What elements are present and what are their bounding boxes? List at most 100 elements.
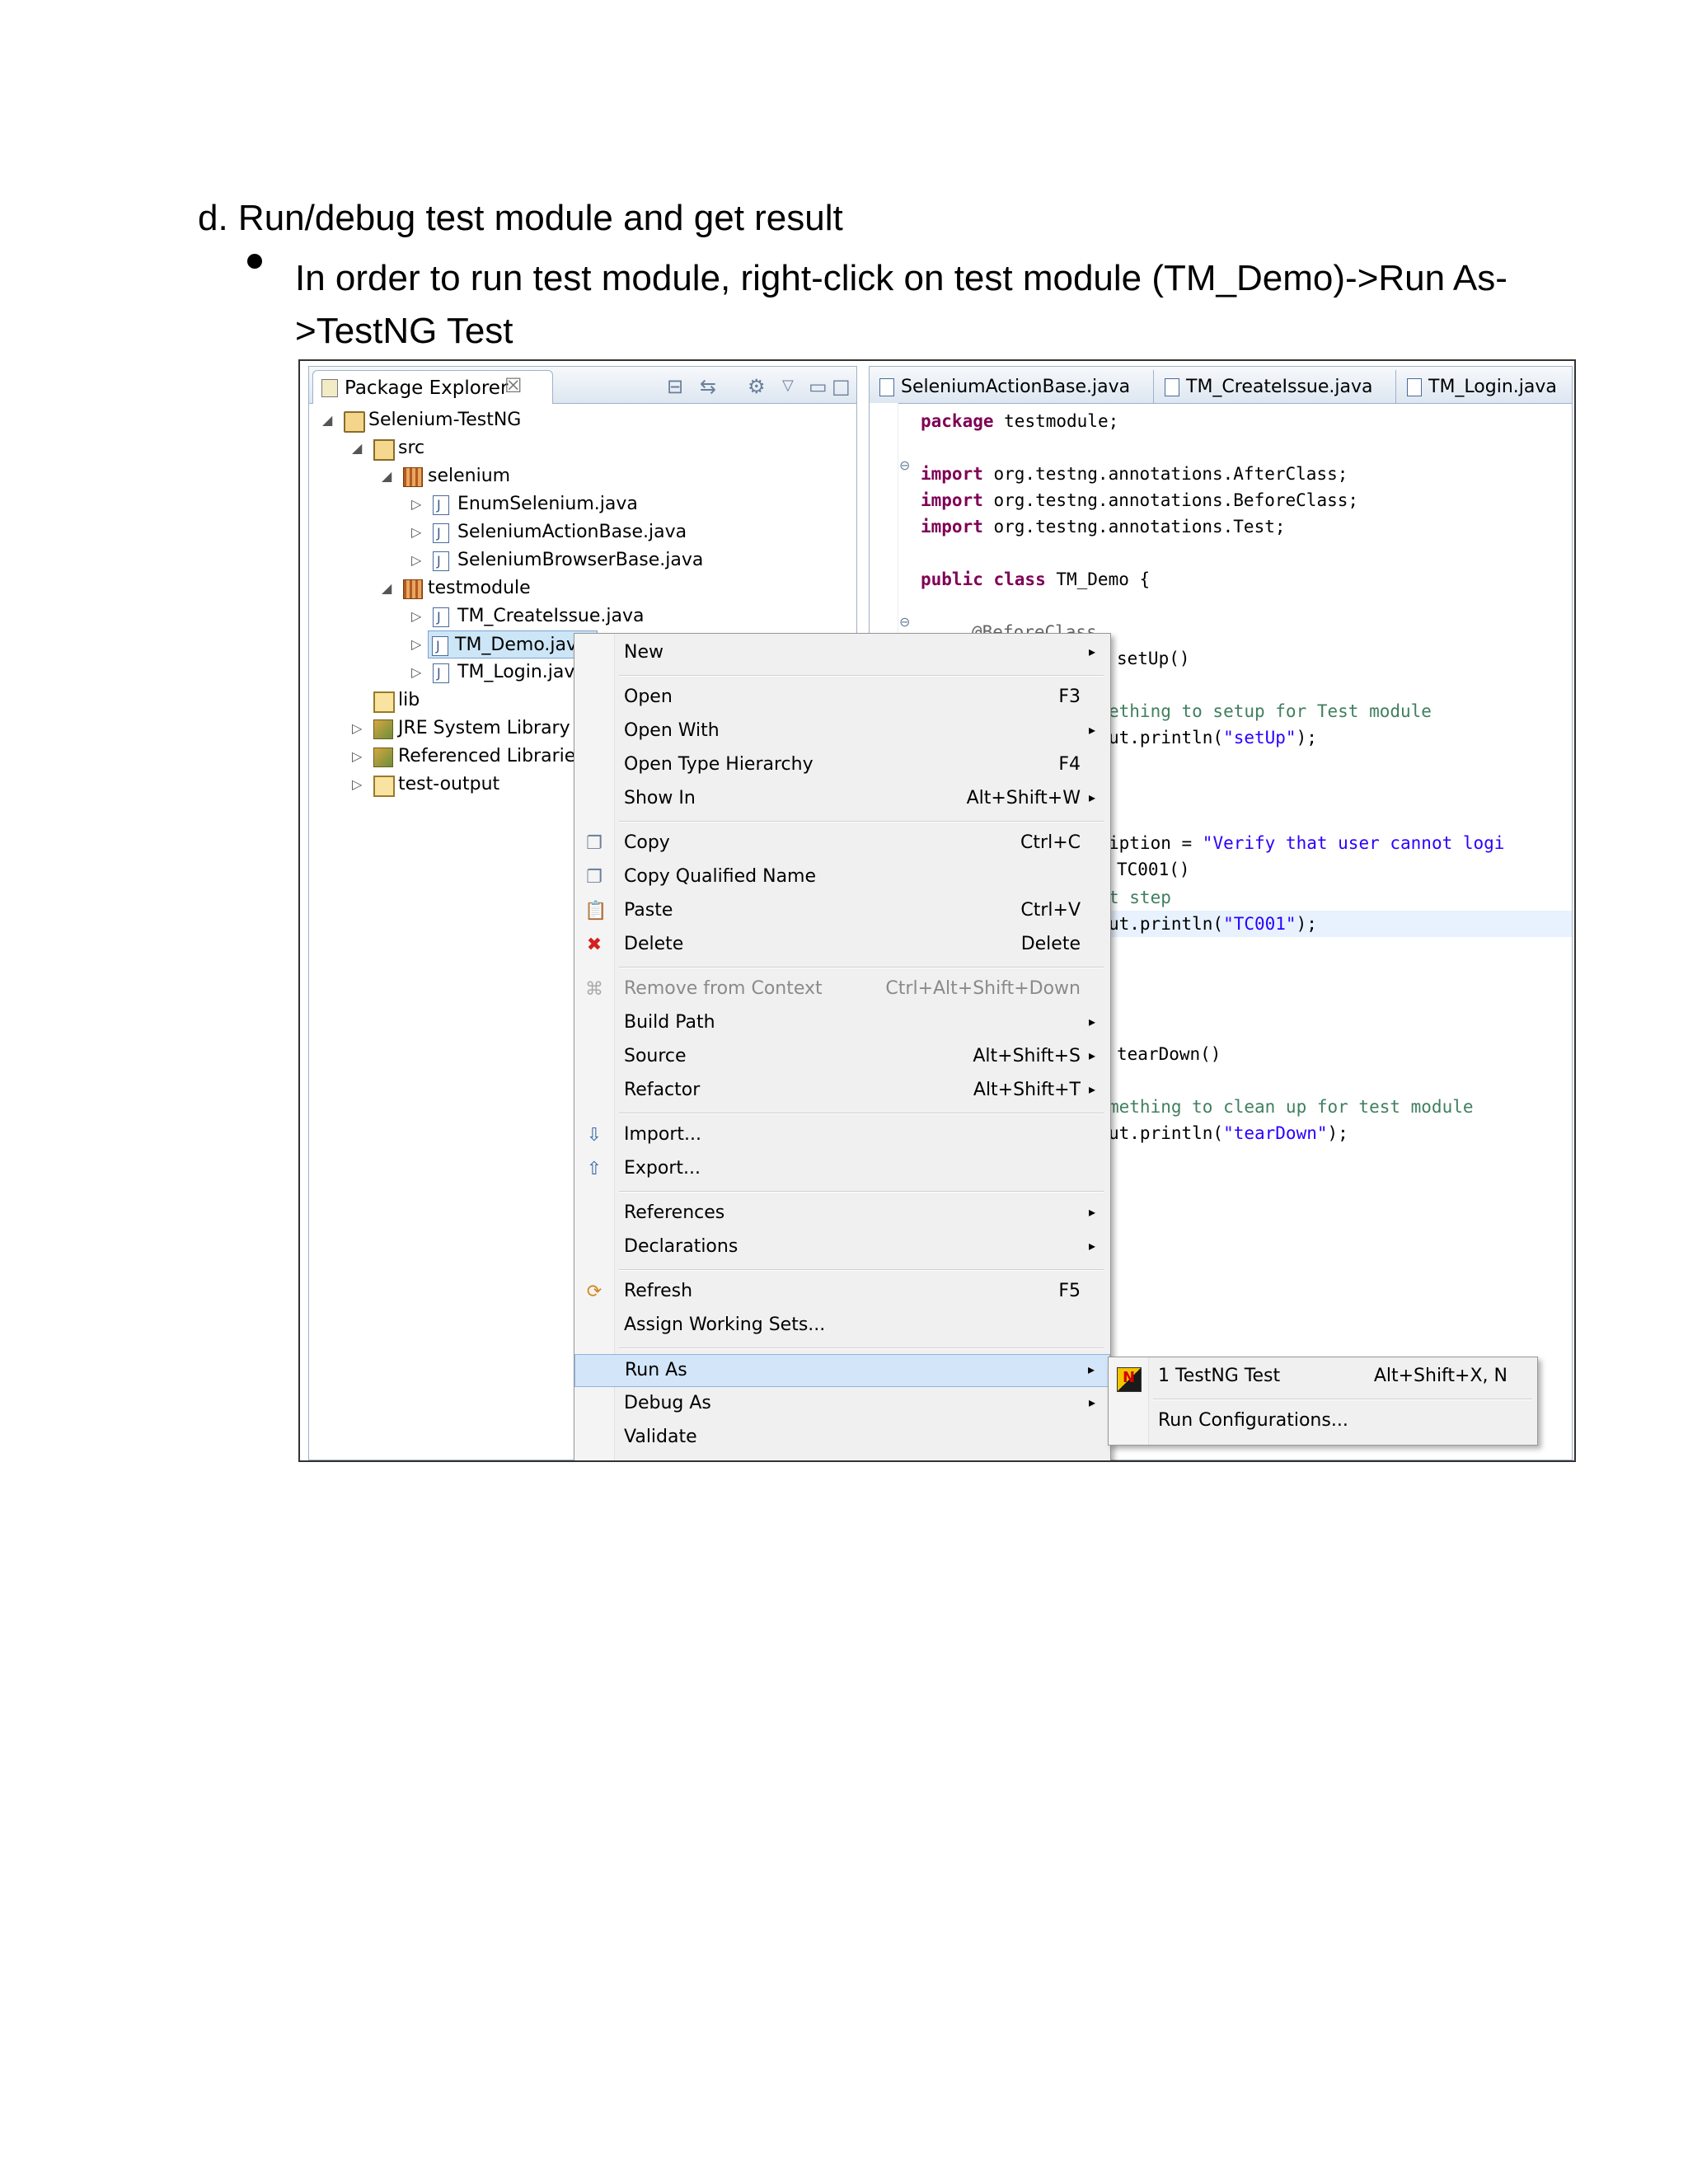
tree-item-label: src xyxy=(398,438,425,458)
delete-icon: ✖ xyxy=(586,935,603,955)
menu-item-refactor[interactable]: Refactor Alt+Shift+T ▸ xyxy=(574,1075,1110,1108)
tree-item-java-file[interactable]: ▷ TM_Login.java xyxy=(316,658,583,687)
testng-icon xyxy=(1117,1367,1142,1392)
menu-item-build-path[interactable]: Build Path ▸ xyxy=(574,1007,1110,1040)
collapsed-icon[interactable]: ▷ xyxy=(411,490,426,518)
menu-item-delete[interactable]: ✖ Delete Delete xyxy=(574,929,1110,962)
link-with-editor-icon[interactable]: ⇆ xyxy=(700,375,716,398)
tree-item-src[interactable]: ◢ src xyxy=(316,434,843,462)
menu-item-shortcut: Ctrl+C xyxy=(1020,832,1081,853)
collapsed-icon[interactable]: ▷ xyxy=(411,546,426,574)
menu-item-label: Refactor xyxy=(624,1080,701,1100)
menu-item-refresh[interactable]: ⟳ Refresh F5 xyxy=(574,1276,1110,1309)
menu-item-import[interactable]: ⇩ Import... xyxy=(574,1119,1110,1152)
expanded-icon[interactable]: ◢ xyxy=(352,434,367,462)
menu-item-label: Remove from Context xyxy=(624,978,823,999)
menu-item-run-configurations[interactable]: Run Configurations... xyxy=(1109,1405,1537,1438)
code-line: ut.println("TC001"); xyxy=(1109,911,1317,937)
import-icon: ⇩ xyxy=(586,1125,603,1146)
package-explorer-tab[interactable]: Package Explorer ☒ xyxy=(312,370,553,404)
tree-item-java-file[interactable]: ▷ SeleniumActionBase.java xyxy=(316,518,843,547)
view-menu-icon[interactable]: ▽ xyxy=(782,377,794,394)
menu-item-declarations[interactable]: Declarations ▸ xyxy=(574,1231,1110,1264)
menu-item-copy[interactable]: ❐ Copy Ctrl+C xyxy=(574,827,1110,860)
tree-item-java-file[interactable]: ▷ TM_CreateIssue.java xyxy=(316,602,843,631)
tree-item-jre-library[interactable]: ▷ JRE System Library [J xyxy=(316,715,583,743)
tree-item-test-output[interactable]: ▷ test-output xyxy=(316,771,583,799)
collapsed-icon[interactable]: ▷ xyxy=(411,518,426,546)
tree-item-project[interactable]: ◢ Selenium-TestNG xyxy=(316,406,843,434)
editor-tab[interactable]: TM_Login.java xyxy=(1400,370,1568,403)
collapsed-icon[interactable]: ▷ xyxy=(352,715,367,743)
submenu-arrow-icon: ▸ xyxy=(1088,790,1095,805)
collapsed-icon[interactable]: ▷ xyxy=(411,602,426,630)
fold-icon[interactable]: ⊖ xyxy=(899,614,910,630)
menu-item-validate[interactable]: Validate xyxy=(574,1422,1110,1455)
menu-item-new[interactable]: New ▸ xyxy=(574,637,1110,670)
tree-item-package-selenium[interactable]: ◢ selenium xyxy=(316,462,843,490)
menu-item-label: References xyxy=(624,1202,725,1223)
tree-item-label: Referenced Libraries xyxy=(398,746,583,766)
tree-item-java-file[interactable]: ▷ SeleniumBrowserBase.java xyxy=(316,546,843,575)
project-icon xyxy=(344,411,365,433)
fold-icon[interactable]: ⊖ xyxy=(899,457,910,473)
menu-item-shortcut: Ctrl+V xyxy=(1020,900,1081,921)
expanded-icon[interactable]: ◢ xyxy=(382,574,396,602)
tree-item-label: JRE System Library [J xyxy=(398,718,583,738)
code-keyword: import xyxy=(921,490,983,510)
menu-item-export[interactable]: ⇧ Export... xyxy=(574,1153,1110,1186)
menu-item-assign-working-sets[interactable]: Assign Working Sets... xyxy=(574,1310,1110,1343)
menu-item-debug-as[interactable]: Debug As ▸ xyxy=(574,1388,1110,1421)
folder-icon xyxy=(373,776,395,797)
menu-item-label: Paste xyxy=(624,900,673,921)
remove-from-context-icon: ⌘ xyxy=(585,979,603,1000)
filter-icon[interactable]: ⚙ xyxy=(748,375,766,398)
tree-item-java-file[interactable]: ▷ EnumSelenium.java xyxy=(316,490,843,519)
expanded-icon[interactable]: ◢ xyxy=(382,462,396,490)
code-line: ut.println("setUp"); xyxy=(1109,724,1317,751)
collapsed-icon[interactable]: ▷ xyxy=(411,658,426,687)
java-file-icon xyxy=(433,603,449,631)
menu-item-copy-qualified-name[interactable]: ❐ Copy Qualified Name xyxy=(574,861,1110,894)
menu-item-source[interactable]: Source Alt+Shift+S ▸ xyxy=(574,1041,1110,1074)
tree-item-package-testmodule[interactable]: ◢ testmodule xyxy=(316,574,843,602)
menu-item-testng-test[interactable]: 1 TestNG Test Alt+Shift+X, N xyxy=(1109,1361,1537,1394)
collapsed-icon[interactable]: ▷ xyxy=(352,743,367,771)
expanded-icon[interactable]: ◢ xyxy=(322,406,337,434)
menu-item-open-type-hierarchy[interactable]: Open Type Hierarchy F4 xyxy=(574,749,1110,782)
maximize-icon[interactable]: □ xyxy=(832,375,851,398)
tree-item-label: selenium xyxy=(428,466,511,486)
code-text: ut.println( xyxy=(1109,728,1224,748)
close-icon[interactable]: ☒ xyxy=(504,374,523,397)
code-comment: ething to setup for Test module xyxy=(1109,701,1432,721)
menu-item-label: Export... xyxy=(624,1158,701,1179)
tree-item-lib[interactable]: lib xyxy=(316,687,583,715)
minimize-icon[interactable]: ▭ xyxy=(809,375,828,398)
folder-icon xyxy=(373,691,395,713)
menu-separator xyxy=(619,1269,1104,1271)
tree-item-label: TM_Demo.java xyxy=(455,635,588,655)
editor-tab[interactable]: SeleniumActionBase.java xyxy=(873,370,1154,403)
menu-item-references[interactable]: References ▸ xyxy=(574,1197,1110,1230)
menu-item-paste[interactable]: 📋 Paste Ctrl+V xyxy=(574,895,1110,928)
code-line: package testmodule; xyxy=(921,408,1118,434)
menu-item-open[interactable]: Open F3 xyxy=(574,682,1110,715)
code-text: ); xyxy=(1296,914,1317,934)
collapsed-icon[interactable]: ▷ xyxy=(352,771,367,799)
submenu-arrow-icon: ▸ xyxy=(1088,1204,1095,1220)
tree-item-referenced-libraries[interactable]: ▷ Referenced Libraries xyxy=(316,743,583,771)
package-explorer-icon xyxy=(321,379,338,397)
menu-separator xyxy=(619,1347,1104,1349)
editor-tab[interactable]: TM_CreateIssue.java xyxy=(1158,370,1396,403)
java-file-icon xyxy=(1407,378,1422,396)
collapse-all-icon[interactable]: ⊟ xyxy=(667,375,683,398)
menu-item-shortcut: Alt+Shift+S xyxy=(973,1046,1081,1066)
package-icon xyxy=(403,579,423,599)
code-comment: t step xyxy=(1109,888,1171,907)
menu-item-run-as[interactable]: Run As ▸ xyxy=(574,1354,1110,1387)
java-file-icon xyxy=(433,659,449,687)
source-folder-icon xyxy=(373,439,395,461)
menu-item-show-in[interactable]: Show In Alt+Shift+W ▸ xyxy=(574,783,1110,816)
menu-item-open-with[interactable]: Open With ▸ xyxy=(574,715,1110,748)
collapsed-icon[interactable]: ▷ xyxy=(411,630,426,658)
